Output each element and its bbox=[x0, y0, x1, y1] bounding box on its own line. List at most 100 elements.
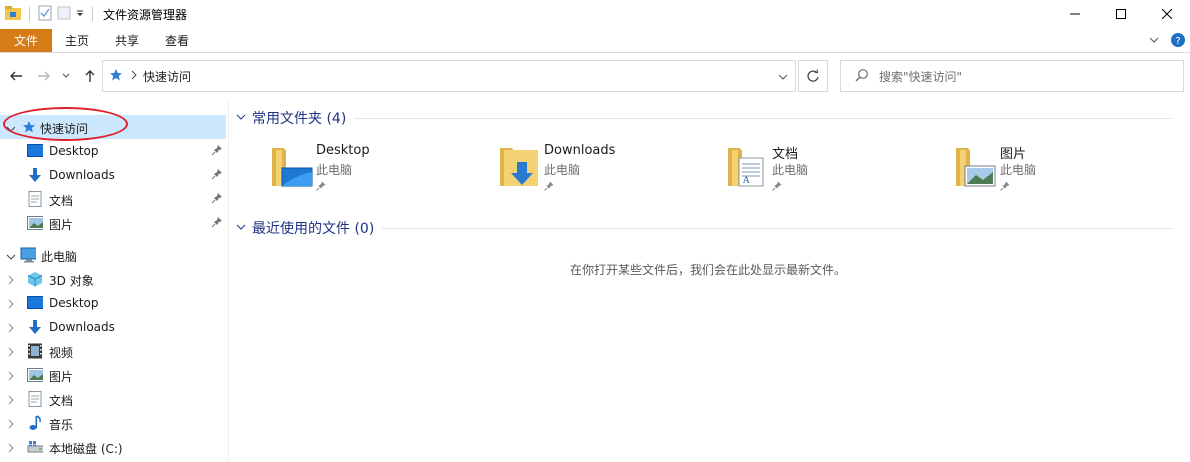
back-button[interactable] bbox=[8, 68, 24, 84]
folder-location: 此电脑 bbox=[772, 163, 809, 177]
search-icon bbox=[855, 68, 869, 85]
tab-view[interactable]: 查看 bbox=[152, 29, 202, 52]
sidebar-item-this-pc[interactable]: 此电脑 bbox=[0, 243, 226, 267]
sidebar-item-videos[interactable]: 视频 bbox=[0, 339, 226, 363]
pin-icon[interactable] bbox=[211, 216, 223, 231]
group-divider-line bbox=[382, 227, 1173, 229]
minimize-button[interactable] bbox=[1052, 0, 1098, 28]
group-title-recent: 最近使用的文件 (0) bbox=[252, 221, 375, 237]
pictures-folder-icon bbox=[954, 142, 1002, 190]
expanded-chevron-icon[interactable] bbox=[6, 251, 16, 265]
3d-objects-icon bbox=[27, 271, 43, 287]
sidebar-item-downloads-pinned[interactable]: Downloads bbox=[0, 163, 226, 187]
chevron-right-icon[interactable] bbox=[6, 346, 16, 360]
pin-icon bbox=[1000, 180, 1010, 194]
breadcrumb-quick-access[interactable]: 快速访问 bbox=[143, 68, 191, 85]
sidebar-item-label: Desktop bbox=[49, 296, 99, 310]
sidebar-item-label: 图片 bbox=[49, 370, 74, 384]
pin-icon[interactable] bbox=[211, 168, 223, 183]
chevron-right-icon[interactable] bbox=[6, 418, 16, 432]
sidebar-item-local-disk-c[interactable]: 本地磁盘 (C:) bbox=[0, 435, 226, 459]
pin-icon bbox=[316, 180, 326, 194]
sidebar-item-label: 图片 bbox=[49, 218, 74, 232]
maximize-button[interactable] bbox=[1098, 0, 1144, 28]
search-box[interactable]: 搜索"快速访问" bbox=[840, 60, 1184, 92]
address-bar[interactable]: 快速访问 bbox=[102, 60, 796, 92]
sidebar-item-3d-objects[interactable]: 3D 对象 bbox=[0, 267, 226, 291]
pin-icon bbox=[772, 180, 782, 194]
search-placeholder: 搜索"快速访问" bbox=[879, 69, 963, 84]
sidebar-item-desktop[interactable]: Desktop bbox=[0, 291, 226, 315]
sidebar-item-label: 音乐 bbox=[49, 418, 74, 432]
pane-divider[interactable] bbox=[228, 100, 229, 462]
computer-icon bbox=[20, 247, 36, 263]
chevron-right-icon[interactable] bbox=[6, 370, 16, 384]
refresh-button[interactable] bbox=[798, 60, 828, 92]
navigation-bar: 快速访问 搜索"快速访问" bbox=[0, 60, 1190, 92]
sidebar-item-documents[interactable]: 文档 bbox=[0, 387, 226, 411]
quick-access-star-icon bbox=[109, 68, 123, 85]
chevron-right-icon[interactable] bbox=[6, 442, 16, 456]
recent-locations-button[interactable] bbox=[60, 68, 72, 84]
sidebar-item-desktop-pinned[interactable]: Desktop bbox=[0, 139, 226, 163]
sidebar-item-music[interactable]: 音乐 bbox=[0, 411, 226, 435]
customize-toolbar-chevron-icon[interactable] bbox=[75, 5, 85, 24]
chevron-down-icon bbox=[62, 73, 70, 78]
documents-folder-icon: A bbox=[726, 142, 774, 190]
group-collapse-chevron-icon[interactable] bbox=[236, 221, 246, 235]
breadcrumb-separator-icon bbox=[131, 69, 137, 83]
up-button[interactable] bbox=[82, 68, 98, 84]
up-arrow-icon bbox=[85, 70, 95, 82]
help-icon[interactable]: ? bbox=[1170, 32, 1186, 51]
folder-name: Downloads bbox=[544, 143, 616, 158]
forward-button[interactable] bbox=[36, 68, 52, 84]
expanded-chevron-icon[interactable] bbox=[6, 123, 16, 137]
address-dropdown-icon[interactable] bbox=[777, 71, 789, 86]
tab-home[interactable]: 主页 bbox=[52, 29, 102, 52]
folder-tile-desktop[interactable]: Desktop 此电脑 bbox=[270, 142, 490, 194]
tab-file[interactable]: 文件 bbox=[0, 29, 52, 52]
group-header-frequent[interactable]: 常用文件夹 (4) bbox=[236, 109, 1173, 127]
new-folder-icon[interactable] bbox=[56, 5, 72, 24]
svg-text:A: A bbox=[742, 176, 750, 186]
title-bar: 文件资源管理器 bbox=[0, 0, 1190, 28]
sidebar-item-pictures[interactable]: 图片 bbox=[0, 363, 226, 387]
folder-location: 此电脑 bbox=[544, 163, 581, 177]
sidebar-item-label: 文档 bbox=[49, 394, 74, 408]
quick-access-toolbar bbox=[0, 5, 97, 24]
minimize-icon bbox=[1070, 13, 1080, 15]
download-arrow-icon bbox=[27, 167, 43, 183]
chevron-right-icon[interactable] bbox=[6, 298, 16, 312]
pin-icon bbox=[544, 180, 554, 194]
chevron-right-icon[interactable] bbox=[6, 274, 16, 288]
sidebar-item-downloads[interactable]: Downloads bbox=[0, 315, 226, 339]
explorer-app-icon[interactable] bbox=[4, 5, 22, 24]
sidebar-item-documents-pinned[interactable]: 文档 bbox=[0, 187, 226, 211]
chevron-right-icon[interactable] bbox=[6, 394, 16, 408]
sidebar-item-label: Downloads bbox=[49, 320, 115, 334]
group-header-recent[interactable]: 最近使用的文件 (0) bbox=[236, 219, 1173, 237]
desktop-folder-icon bbox=[270, 142, 318, 190]
chevron-right-icon[interactable] bbox=[6, 322, 16, 336]
properties-icon[interactable] bbox=[37, 5, 53, 24]
toolbar-separator bbox=[29, 7, 30, 21]
document-icon bbox=[27, 391, 43, 407]
sidebar-item-label: Downloads bbox=[49, 168, 115, 182]
folder-tile-pictures[interactable]: 图片 此电脑 bbox=[954, 142, 1174, 194]
sidebar-item-quick-access[interactable]: 快速访问 bbox=[0, 115, 226, 139]
hard-drive-icon bbox=[27, 439, 43, 455]
picture-icon bbox=[27, 215, 43, 231]
music-note-icon bbox=[27, 415, 43, 431]
close-button[interactable] bbox=[1144, 0, 1190, 28]
picture-icon bbox=[27, 367, 43, 383]
folder-tile-downloads[interactable]: Downloads 此电脑 bbox=[498, 142, 718, 194]
expand-ribbon-icon[interactable] bbox=[1148, 34, 1160, 49]
folder-tile-documents[interactable]: A 文档 此电脑 bbox=[726, 142, 946, 194]
window-title: 文件资源管理器 bbox=[103, 7, 188, 22]
group-collapse-chevron-icon[interactable] bbox=[236, 111, 246, 125]
tab-share[interactable]: 共享 bbox=[102, 29, 152, 52]
pin-icon[interactable] bbox=[211, 192, 223, 207]
sidebar-item-pictures-pinned[interactable]: 图片 bbox=[0, 211, 226, 235]
folder-name: 图片 bbox=[1000, 147, 1027, 162]
pin-icon[interactable] bbox=[211, 144, 223, 159]
